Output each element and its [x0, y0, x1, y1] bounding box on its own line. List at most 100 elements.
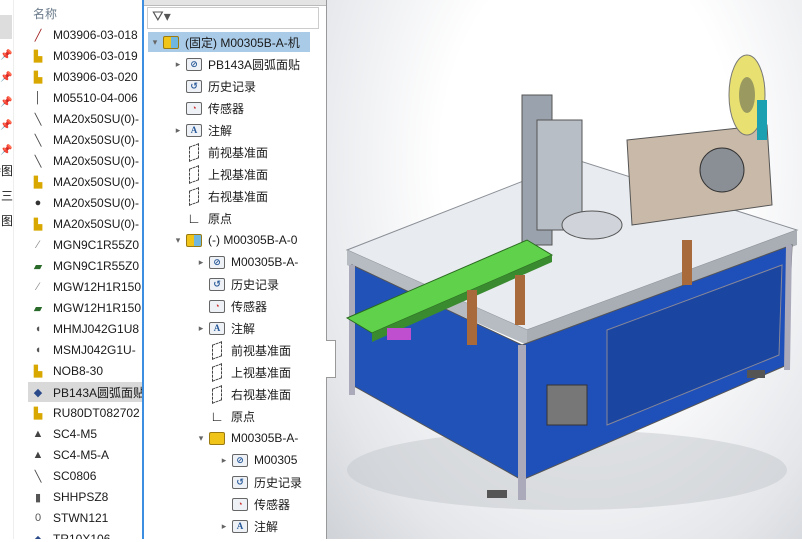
file-list-item[interactable]: ▙ MA20x50SU(0)- — [28, 214, 142, 234]
tree-item[interactable]: ▾ (-) M00305B-A-0 — [171, 230, 310, 250]
tree-item[interactable]: ▸ A 注解 — [217, 516, 310, 536]
file-list-item[interactable]: ╲ MA20x50SU(0)- — [28, 151, 142, 171]
file-list-item[interactable]: ╲ SC0806 — [28, 466, 142, 486]
tree-item[interactable]: ▾ (固定) M00305B-A-机 — [148, 32, 310, 52]
panel-collapse-handle[interactable] — [326, 340, 336, 378]
assembly-icon — [162, 34, 180, 50]
file-list-item[interactable]: ▙ RU80DT082702 — [28, 403, 142, 423]
expand-arrow-icon[interactable]: ▾ — [194, 433, 208, 444]
filter-button[interactable]: ⛛▾ — [147, 7, 319, 29]
screw-part-icon: ╲ — [34, 155, 42, 168]
file-list-item[interactable]: ╲ MA20x50SU(0)- — [28, 109, 142, 129]
pin-icon[interactable]: 📌 — [0, 72, 12, 84]
file-name: RU80DT082702 — [53, 406, 140, 420]
tree-item[interactable]: ▸ ⊘ M00305 — [217, 450, 310, 470]
tree-item-label: 前视基准面 — [231, 343, 292, 358]
feeder-plate — [626, 124, 773, 226]
expand-arrow-icon[interactable]: ▸ — [194, 257, 208, 268]
file-list-item[interactable]: ⁄ MGN9C1R55Z0 — [28, 235, 142, 255]
file-name: SHHPSZ8 — [53, 490, 109, 504]
tree-item[interactable]: ◔ 传感器 — [171, 98, 310, 118]
file-list-item[interactable]: ◖ MHMJ042G1U8 — [28, 319, 142, 339]
tree-item-label: M00305B-A- — [231, 431, 299, 445]
tree-item-label: 传感器 — [231, 299, 268, 314]
tree-item[interactable]: ↺ 历史记录 — [194, 274, 310, 294]
expand-arrow-icon[interactable]: ▾ — [171, 235, 185, 246]
toolbar-text-fragment[interactable]: 图 — [0, 212, 13, 229]
file-list-item[interactable]: ╲ MA20x50SU(0)- — [28, 130, 142, 150]
conveyor-end-block — [387, 328, 411, 340]
toolbar-text-fragment[interactable]: 和三 — [0, 187, 13, 204]
file-name: MGN9C1R55Z0 — [53, 259, 140, 273]
file-list-item[interactable]: ◆ TR10X106 — [28, 529, 142, 539]
expand-arrow-icon[interactable]: ▸ — [194, 323, 208, 334]
file-list-item[interactable]: ◖ MSMJ042G1U- — [28, 340, 142, 360]
expand-arrow-icon[interactable]: ▸ — [171, 59, 185, 70]
expand-arrow-icon[interactable]: ▸ — [171, 125, 185, 136]
file-name: MHMJ042G1U8 — [53, 322, 140, 336]
tree-item[interactable]: ▸ ⊘ PB143A圆弧面贴 — [171, 54, 310, 74]
tree-item[interactable]: ∟ 原点 — [171, 208, 310, 228]
file-list-item[interactable]: ⁄ MGW12H1R150 — [28, 277, 142, 297]
file-list-item[interactable]: ▙ M03906-03-020 — [28, 67, 142, 87]
expand-arrow-icon[interactable]: ▸ — [217, 521, 231, 532]
file-list-item[interactable]: │ M05510-04-006 — [28, 88, 142, 108]
file-list-item[interactable]: ● MA20x50SU(0)- — [28, 193, 142, 213]
column-header-name[interactable]: 名称 — [33, 5, 57, 22]
tree-item[interactable]: 右视基准面 — [194, 384, 310, 404]
plane-icon — [185, 164, 203, 184]
file-list-item[interactable]: ▰ MGW12H1R150 — [28, 298, 142, 318]
file-list-item[interactable]: ▰ MGN9C1R55Z0 — [28, 256, 142, 276]
toolbar-text-fragment[interactable]: 特图 — [0, 162, 13, 179]
tree-item[interactable]: 上视基准面 — [171, 164, 310, 184]
file-list-item[interactable]: ▮ SHHPSZ8 — [28, 487, 142, 507]
strip-highlight — [0, 15, 12, 39]
tree-item-label: 原点 — [208, 211, 233, 226]
file-list-item[interactable]: 0 STWN121 — [28, 508, 142, 528]
expand-arrow-icon[interactable]: ▸ — [217, 455, 231, 466]
tree-item[interactable]: ↺ 历史记录 — [171, 76, 310, 96]
file-name: M05510-04-006 — [53, 91, 138, 105]
file-list-item[interactable]: ▙ NOB8-30 — [28, 361, 142, 381]
file-name: MGW12H1R150 — [53, 301, 142, 315]
file-list-item[interactable]: ╱ M03906-03-018 — [28, 25, 142, 45]
tree-item[interactable]: 右视基准面 — [171, 186, 310, 206]
screw-part-icon: ╲ — [34, 113, 42, 126]
assembly-icon — [185, 232, 203, 248]
tree-item[interactable]: 前视基准面 — [194, 340, 310, 360]
tree-item[interactable]: 前视基准面 — [171, 142, 310, 162]
file-list-item[interactable]: ◆ PB143A圆弧面贴 — [28, 382, 142, 402]
file-name: MA20x50SU(0)- — [53, 217, 140, 231]
screw-part-icon: ╲ — [34, 470, 42, 483]
tree-item[interactable]: ▸ ⊘ M00305B-A- — [194, 252, 310, 272]
foot — [487, 490, 507, 498]
tree-item[interactable]: ▸ A 注解 — [171, 120, 310, 140]
file-list-item[interactable]: ▲ SC4-M5 — [28, 424, 142, 444]
folder-ref-icon: ⊘ — [208, 254, 226, 270]
file-list-item[interactable]: ▙ M03906-03-019 — [28, 46, 142, 66]
block-part-icon: ▰ — [33, 260, 43, 273]
panel-tabs[interactable] — [144, 0, 326, 6]
rotary-table — [561, 210, 623, 240]
tree-item[interactable]: ↺ 历史记录 — [217, 472, 310, 492]
plate-part-icon: ▮ — [34, 491, 42, 504]
file-list-panel: 名称 ╱ M03906-03-018 ▙ M03906-03-019 ▙ M03906-0… — [28, 0, 142, 539]
tree-item[interactable]: ◔ 传感器 — [217, 494, 310, 514]
tree-item[interactable]: ◔ 传感器 — [194, 296, 310, 316]
pin-icon[interactable]: 📌 — [0, 97, 12, 109]
expand-arrow-icon[interactable]: ▾ — [148, 37, 162, 48]
pin-icon[interactable]: 📌 — [0, 120, 12, 132]
3d-viewport[interactable] — [326, 0, 802, 539]
tree-item[interactable]: ∟ 原点 — [194, 406, 310, 426]
file-list-item[interactable]: ▲ SC4-M5-A — [28, 445, 142, 465]
pin-icon[interactable]: 📌 — [0, 50, 12, 62]
tree-item-label: 注解 — [254, 519, 279, 534]
tree-item[interactable]: 上视基准面 — [194, 362, 310, 382]
file-name: M03906-03-018 — [53, 28, 138, 42]
file-name: M03906-03-019 — [53, 49, 138, 63]
tree-item[interactable]: ▾ M00305B-A- — [194, 428, 310, 448]
file-list-item[interactable]: ▙ MA20x50SU(0)- — [28, 172, 142, 192]
pin-icon[interactable]: 📌 — [0, 145, 12, 157]
tree-item[interactable]: ▸ A 注解 — [194, 318, 310, 338]
folder-ref-icon: ⊘ — [185, 56, 203, 72]
